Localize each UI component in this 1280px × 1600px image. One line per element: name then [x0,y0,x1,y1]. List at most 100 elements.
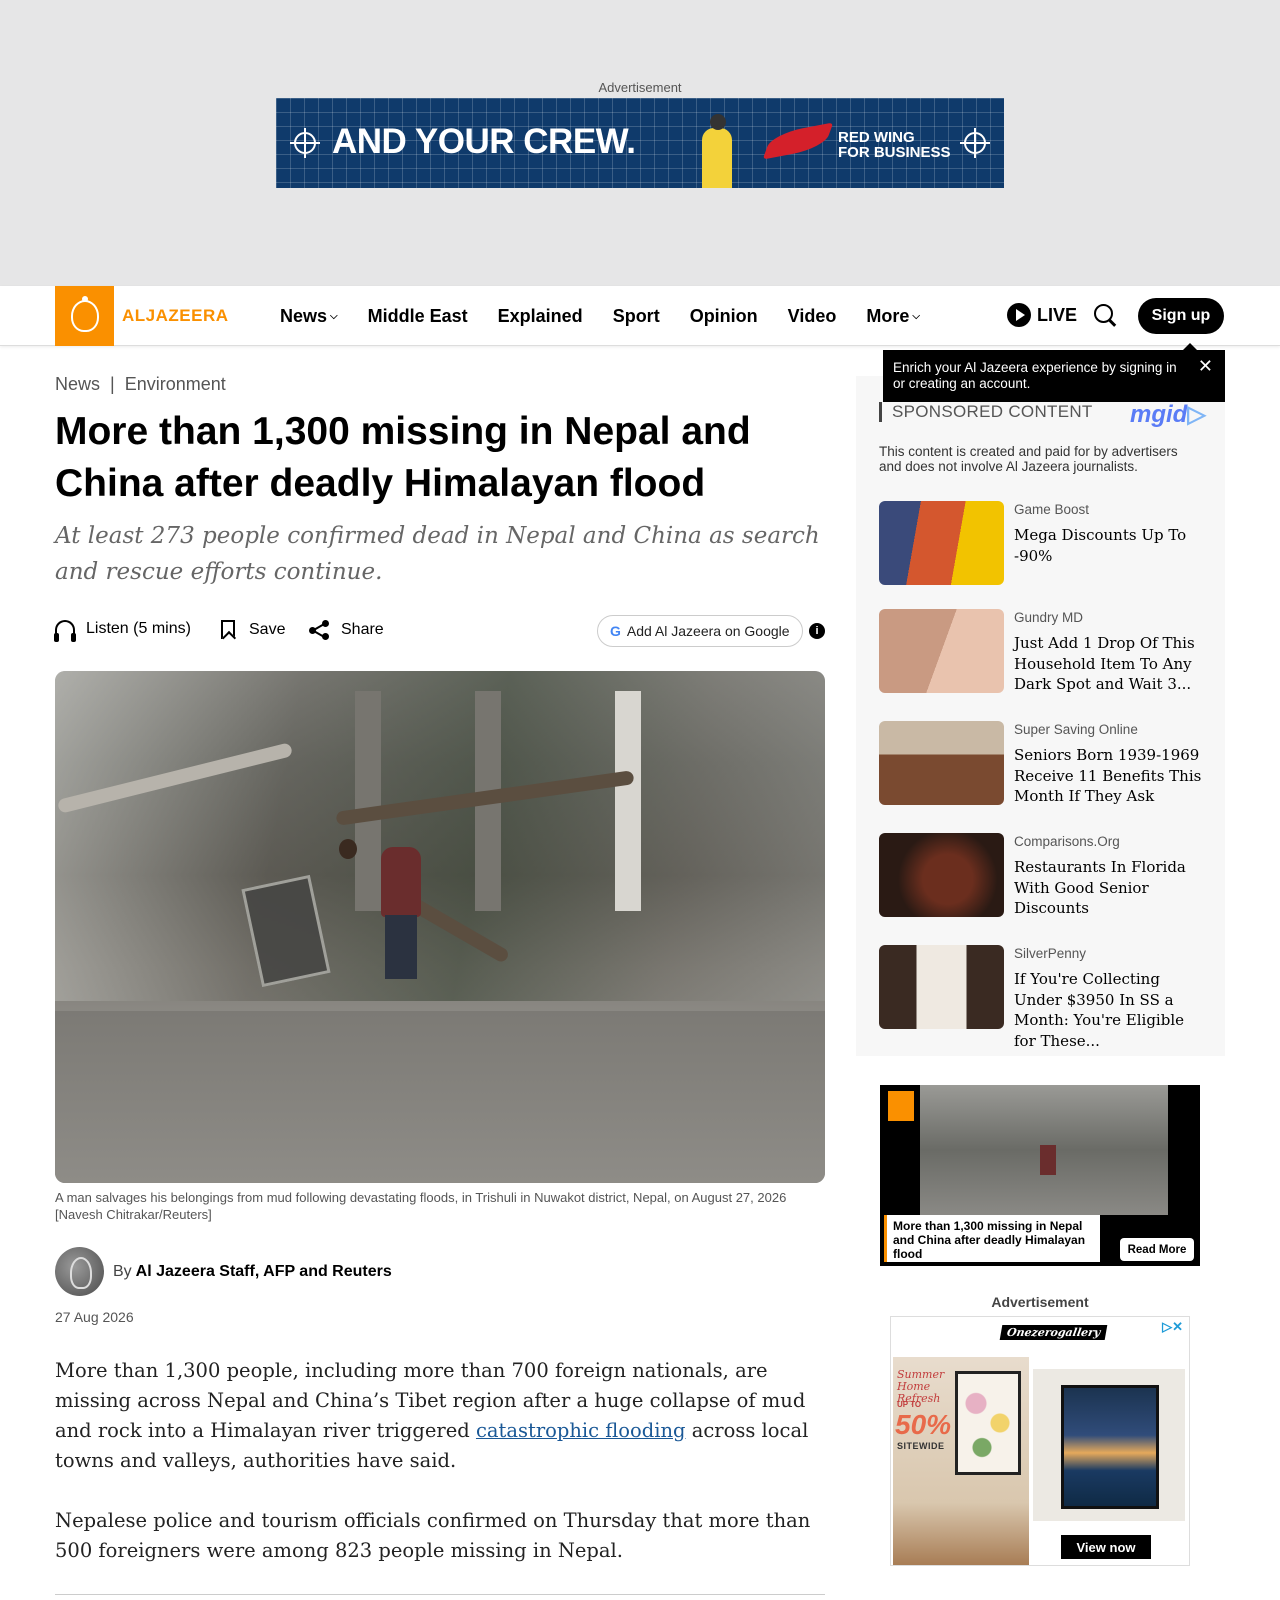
ad-label: Advertisement [991,1294,1089,1310]
sponsored-item[interactable]: Gundry MD Just Add 1 Drop Of This Househ… [879,609,1209,699]
sponsored-item[interactable]: Super Saving Online Seniors Born 1939-19… [879,721,1209,811]
site-header: ALJAZEERA News ⌵ Middle East Explained Sp… [0,286,1280,346]
aljazeera-logo-icon[interactable] [55,286,114,346]
listen-button[interactable]: Listen (5 mins) [54,620,191,642]
save-label: Save [249,620,286,638]
sponsored-title: Just Add 1 Drop Of This Household Item T… [1014,634,1195,693]
share-icon [309,620,329,640]
sponsored-item[interactable]: Comparisons.Org Restaurants In Florida W… [879,833,1209,923]
live-button[interactable]: LIVE [1007,303,1077,327]
avatar [55,1247,104,1296]
breadcrumb-environment[interactable]: Environment [125,374,226,394]
search-icon[interactable] [1094,304,1116,326]
play-icon [1007,303,1031,327]
crosshair-icon [290,128,320,158]
sponsored-title: Restaurants In Florida With Good Senior … [1014,858,1186,917]
article-paragraph: Nepalese police and tourism officials co… [55,1509,811,1562]
banner-brand: RED WING FOR BUSINESS [838,130,951,160]
nav-item-news[interactable]: News ⌵ [280,306,338,327]
crosshair-icon [960,128,990,158]
nav-item-explained[interactable]: Explained [498,306,583,327]
headphones-icon [54,620,76,642]
promo-percent: 50% [895,1409,952,1440]
ad-painting [1061,1385,1159,1509]
provider-name: mgid [1130,401,1188,428]
view-now-button[interactable]: View now [1061,1535,1151,1559]
side-ad[interactable]: Onezerogallery ▷✕ Summer Home Refresh UP… [890,1316,1190,1566]
sponsored-content: SPONSORED CONTENT mgid▷ This content is … [856,376,1225,1056]
sponsored-thumbnail [879,833,1004,917]
top-banner-ad[interactable]: AND YOUR CREW. RED WING FOR BUSINESS [276,98,1004,188]
sponsored-title: Seniors Born 1939-1969 Receive 11 Benefi… [1014,746,1202,805]
video-promo-card[interactable]: More than 1,300 missing in Nepal and Chi… [880,1085,1200,1266]
share-button[interactable]: Share [309,620,384,640]
google-button-label: Add Al Jazeera on Google [626,623,790,639]
listen-label: Listen (5 mins) [86,620,191,637]
chevron-down-icon: ⌵ [912,310,920,322]
sponsored-thumbnail [879,945,1004,1029]
author-name[interactable]: Al Jazeera Staff, AFP and Reuters [136,1263,392,1281]
promo-upto: UP TO [897,1400,922,1409]
add-on-google-button[interactable]: G Add Al Jazeera on Google [597,615,803,647]
ad-label: Advertisement [598,80,682,95]
sponsored-disclaimer: This content is created and paid for by … [879,444,1178,474]
article-subtitle: At least 273 people confirmed dead in Ne… [55,523,820,585]
ad-flower-painting [955,1371,1021,1475]
sponsored-source: SilverPenny [1014,946,1087,961]
brand-line-2: FOR BUSINESS [838,144,951,161]
sponsored-title: If You're Collecting Under $3950 In SS a… [1014,970,1185,1050]
nav-label: Opinion [689,305,758,326]
nav-label: Explained [497,305,583,326]
nav-label: More [866,305,910,326]
bookmark-icon [221,620,235,639]
adchoices-icon[interactable]: ▷✕ [1162,1319,1183,1335]
top-ad-region: Advertisement AND YOUR CREW. RED WING FO… [0,0,1280,286]
video-title: More than 1,300 missing in Nepal and Chi… [884,1215,1100,1262]
nav-label: Middle East [367,305,468,326]
sponsored-source: Super Saving Online [1014,722,1138,737]
sponsored-thumbnail [879,721,1004,805]
ad-brand: Onezerogallery [999,1325,1108,1340]
author-block: By Al Jazeera Staff, AFP and Reuters [55,1247,392,1296]
google-icon: G [610,623,621,639]
sponsored-source: Comparisons.Org [1014,834,1120,849]
publish-date: 27 Aug 2026 [55,1309,134,1325]
article-title: More than 1,300 missing in Nepal and Chi… [55,410,751,505]
breadcrumb-news[interactable]: News [55,374,100,394]
sponsored-item[interactable]: Game Boost Mega Discounts Up To -90% [879,501,1209,591]
save-button[interactable]: Save [221,620,285,639]
nav-item-more[interactable]: More ⌵ [866,306,920,327]
info-icon[interactable]: i [809,623,825,639]
sponsored-header: SPONSORED CONTENT [879,402,1093,422]
hero-image [55,671,825,1183]
sponsored-item[interactable]: SilverPenny If You're Collecting Under $… [879,945,1209,1050]
mgid-logo-icon[interactable]: mgid▷ [1130,400,1206,429]
nav-label: News [280,305,328,326]
sponsored-thumbnail [879,501,1004,585]
red-wing-logo-icon [762,122,834,160]
chevron-down-icon: ⌵ [330,310,338,322]
nav-label: Sport [612,305,660,326]
nav-item-opinion[interactable]: Opinion [690,306,758,327]
article-actions: Listen (5 mins) Save Share G Add Al Jaze… [54,615,825,647]
brand-line-1: RED WING [838,129,915,146]
breadcrumb-separator: | [110,374,115,394]
sponsored-title: Mega Discounts Up To -90% [1014,526,1187,565]
article-paragraph: More than 1,300 people, including more t… [55,1356,825,1476]
flooding-link[interactable]: catastrophic flooding [476,1419,686,1442]
nav-item-middle-east[interactable]: Middle East [368,306,468,327]
sponsored-source: Game Boost [1014,502,1090,517]
promo-sitewide: SITEWIDE [897,1441,945,1451]
nav-label: Video [787,305,837,326]
main-nav: News ⌵ Middle East Explained Sport Opinio… [280,286,950,346]
signup-button[interactable]: Sign up [1138,298,1224,334]
nav-item-sport[interactable]: Sport [613,306,660,327]
close-icon[interactable]: ✕ [1198,357,1213,375]
nav-item-video[interactable]: Video [788,306,837,327]
read-more-button[interactable]: Read More [1120,1238,1194,1261]
breadcrumb: News | Environment [55,374,226,395]
share-label: Share [341,621,384,638]
image-caption: A man salvages his belongings from mud f… [55,1190,787,1222]
logo-text[interactable]: ALJAZEERA [122,306,229,326]
live-label: LIVE [1037,304,1078,325]
